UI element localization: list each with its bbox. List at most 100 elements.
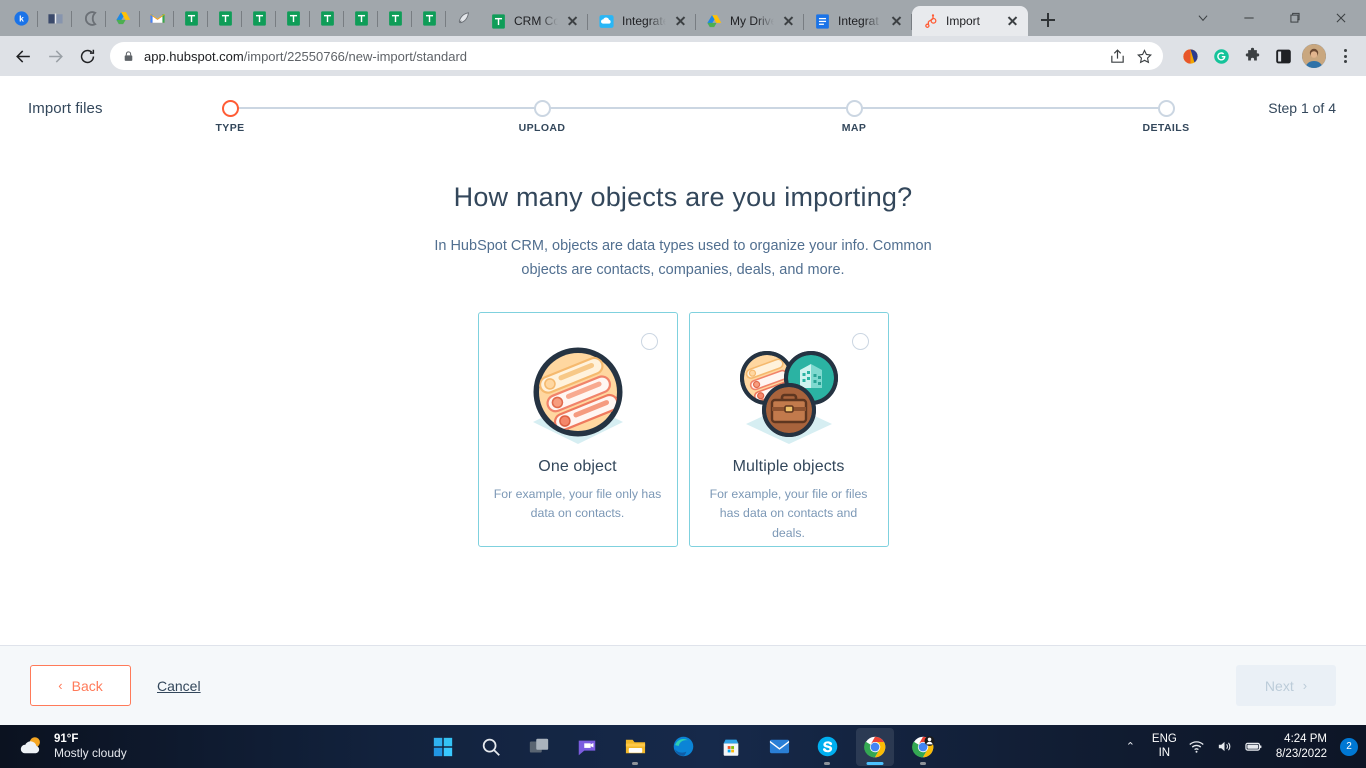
teams-chat-button[interactable] xyxy=(568,728,606,766)
klaviyo-pinned-tab[interactable]: k xyxy=(4,3,38,33)
gmail-pinned-tab[interactable] xyxy=(140,3,174,33)
browser-tab-integrate-2[interactable]: Integrat xyxy=(804,6,912,36)
maximize-button[interactable] xyxy=(1272,2,1318,34)
google-drive-icon xyxy=(115,11,130,24)
start-button[interactable] xyxy=(424,728,462,766)
language-indicator[interactable]: ENG IN xyxy=(1152,733,1177,760)
google-sheets-icon xyxy=(252,10,266,26)
close-icon[interactable] xyxy=(565,13,581,29)
volume-icon[interactable] xyxy=(1216,738,1233,755)
microsoft-store-button[interactable] xyxy=(712,728,750,766)
step-dot xyxy=(845,99,863,117)
sheets-pinned-tab-3[interactable] xyxy=(242,3,276,33)
step-label: TYPE xyxy=(215,121,245,134)
profile-button[interactable] xyxy=(1301,43,1327,69)
coreldraw-extension-button[interactable] xyxy=(1177,43,1203,69)
close-icon[interactable] xyxy=(781,13,797,29)
feather-pinned-tab[interactable] xyxy=(446,3,480,33)
search-button[interactable] xyxy=(472,728,510,766)
file-explorer-button[interactable] xyxy=(616,728,654,766)
address-bar[interactable]: app.hubspot.com/import/22550766/new-impo… xyxy=(110,42,1163,70)
next-button-label: Next xyxy=(1264,677,1294,694)
chrome-button[interactable] xyxy=(856,727,894,766)
mail-button[interactable] xyxy=(760,728,798,766)
close-window-button[interactable] xyxy=(1318,2,1364,34)
close-icon[interactable] xyxy=(889,13,905,29)
sheets-pinned-tab-7[interactable] xyxy=(378,3,412,33)
google-sheets-icon xyxy=(422,10,436,26)
edge-button[interactable] xyxy=(664,728,702,766)
crescent-icon xyxy=(84,10,97,26)
next-button[interactable]: Next › xyxy=(1236,665,1336,706)
google-sheets-icon xyxy=(388,10,402,26)
back-button[interactable] xyxy=(8,41,38,71)
coreldraw-extension-icon xyxy=(1182,48,1198,64)
clock-date: 8/23/2022 xyxy=(1275,747,1327,760)
weather-widget[interactable]: 91°F Mostly cloudy xyxy=(0,732,127,761)
tray-overflow-button[interactable]: ⌃ xyxy=(1120,740,1141,753)
tab-search-button[interactable] xyxy=(1180,2,1226,34)
minimize-button[interactable] xyxy=(1226,2,1272,34)
task-view-button[interactable] xyxy=(520,728,558,766)
reload-button[interactable] xyxy=(72,41,102,71)
sheets-pinned-tab-5[interactable] xyxy=(310,3,344,33)
search-icon xyxy=(482,738,500,756)
step-dot xyxy=(221,99,239,117)
google-drive-pinned-tab[interactable] xyxy=(106,3,140,33)
option-description: For example, your file or files has data… xyxy=(709,486,868,540)
forward-button[interactable] xyxy=(40,41,70,71)
chrome-profile-button[interactable] xyxy=(904,728,942,766)
option-card-one-object[interactable]: One object For example, your file only h… xyxy=(477,311,678,547)
lock-icon xyxy=(124,50,133,61)
extensions-button[interactable] xyxy=(1239,43,1265,69)
cloud-icon xyxy=(599,14,614,28)
sheets-pinned-tab-4[interactable] xyxy=(276,3,310,33)
close-icon[interactable] xyxy=(1005,13,1021,29)
cancel-link[interactable]: Cancel xyxy=(157,678,201,694)
sheets-pinned-tab-1[interactable] xyxy=(174,3,208,33)
gmail-icon xyxy=(149,13,165,23)
hubspot-import-page: Import files TYPE UPLOAD MAP DETAILS Ste… xyxy=(0,76,1366,725)
new-tab-button[interactable] xyxy=(1034,6,1062,34)
back-button[interactable]: ‹ Back xyxy=(30,665,131,706)
step-dot xyxy=(1157,99,1175,117)
close-icon[interactable] xyxy=(673,13,689,29)
language-primary: ENG xyxy=(1151,732,1177,745)
grammarly-extension-button[interactable] xyxy=(1208,43,1234,69)
option-card-multiple-objects[interactable]: Multiple objects For example, your file … xyxy=(688,311,889,547)
book-pinned-tab[interactable] xyxy=(38,3,72,33)
sheets-pinned-tab-6[interactable] xyxy=(344,3,378,33)
crescent-pinned-tab[interactable] xyxy=(72,3,106,33)
wifi-icon[interactable] xyxy=(1188,738,1205,755)
address-bar-url: app.hubspot.com/import/22550766/new-impo… xyxy=(144,49,467,64)
browser-tab-crm-co[interactable]: CRM Co xyxy=(480,6,588,36)
browser-tab-my-drive[interactable]: My Drive xyxy=(696,6,804,36)
back-icon xyxy=(15,49,30,63)
battery-icon[interactable] xyxy=(1244,737,1263,756)
share-icon[interactable] xyxy=(1109,48,1126,65)
bookmark-star-icon[interactable] xyxy=(1136,48,1153,65)
clock-time: 4:24 PM xyxy=(1284,733,1327,746)
sheets-pinned-tab-8[interactable] xyxy=(412,3,446,33)
url-path: /import/22550766/new-import/standard xyxy=(243,48,468,64)
chevron-left-icon: ‹ xyxy=(58,678,63,693)
chrome-icon xyxy=(864,736,886,757)
task-view-icon xyxy=(529,738,549,752)
notification-badge[interactable]: 2 xyxy=(1340,737,1358,756)
single-contacts-list-icon xyxy=(503,342,653,450)
browser-tab-integrate-1[interactable]: Integrate xyxy=(588,6,696,36)
chevron-right-icon: › xyxy=(1302,678,1308,693)
chrome-menu-icon xyxy=(1343,54,1347,58)
weather-text: 91°F Mostly cloudy xyxy=(54,732,127,761)
skype-button[interactable] xyxy=(808,728,846,766)
chrome-menu-button[interactable] xyxy=(1332,43,1358,69)
step-label: MAP xyxy=(841,121,867,134)
browser-tab-import[interactable]: Import xyxy=(912,6,1028,36)
google-sheets-icon xyxy=(354,10,368,26)
sheets-pinned-tab-2[interactable] xyxy=(208,3,242,33)
clock[interactable]: 4:24 PM 8/23/2022 xyxy=(1274,732,1327,761)
wizard-footer: ‹ Back Cancel Next › xyxy=(0,645,1366,725)
language-secondary: IN xyxy=(1158,746,1171,759)
window-controls xyxy=(1180,0,1366,36)
side-panel-button[interactable] xyxy=(1270,43,1296,69)
